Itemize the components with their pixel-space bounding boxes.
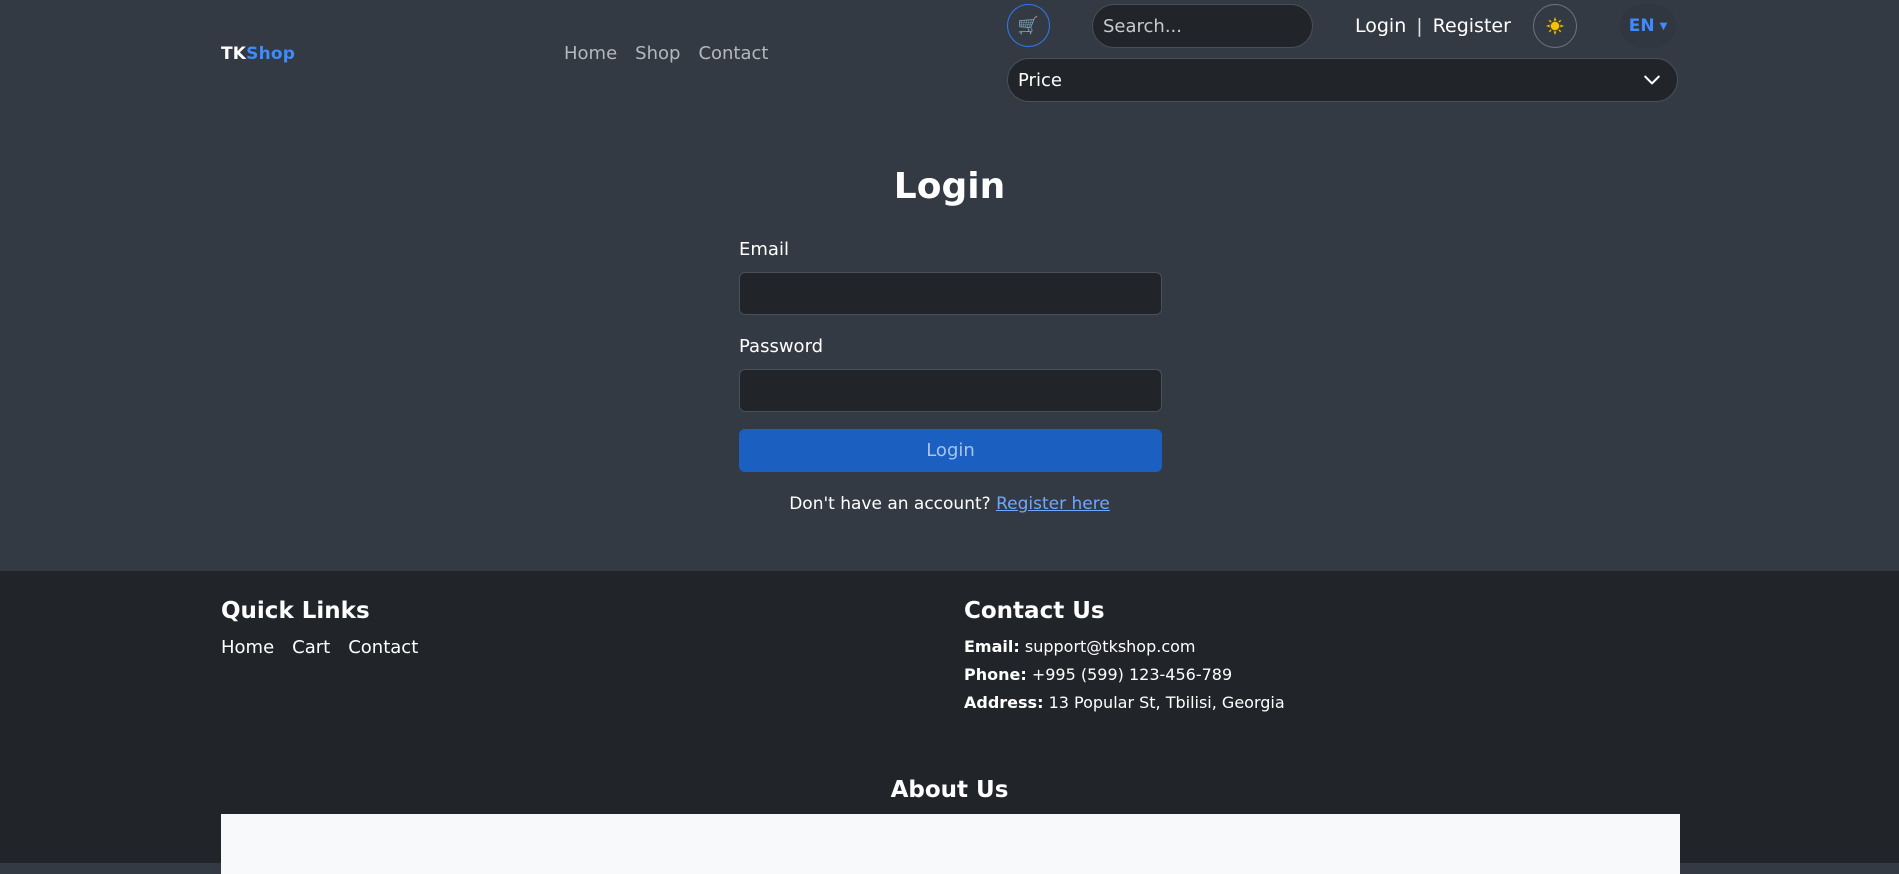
login-submit-label: Login	[926, 440, 975, 461]
nav-home[interactable]: Home	[564, 43, 617, 64]
sun-icon	[1546, 17, 1564, 35]
no-account-text: Don't have an account?	[789, 494, 991, 514]
main-nav: Home Shop Contact	[564, 43, 768, 64]
nav-contact[interactable]: Contact	[698, 43, 768, 64]
site-footer: Quick Links Home Cart Contact Contact Us…	[0, 571, 1899, 874]
password-label: Password	[739, 336, 824, 357]
register-prompt: Don't have an account? Register here	[0, 494, 1899, 514]
register-link[interactable]: Register	[1433, 15, 1511, 37]
email-label: Email	[739, 239, 789, 260]
footer-link-contact[interactable]: Contact	[348, 637, 418, 658]
contact-email-key: Email:	[964, 637, 1020, 656]
site-header: TKShop Home Shop Contact 🛒 Login | Regis…	[0, 0, 1899, 110]
password-field[interactable]	[739, 369, 1162, 412]
quick-links-title: Quick Links	[221, 598, 370, 624]
contact-phone-value: +995 (599) 123-456-789	[1031, 665, 1233, 684]
language-dropdown[interactable]: EN ▼	[1620, 4, 1676, 48]
quick-links: Home Cart Contact	[221, 637, 418, 658]
email-field[interactable]	[739, 272, 1162, 315]
cart-button[interactable]: 🛒	[1007, 4, 1050, 47]
nav-shop[interactable]: Shop	[635, 43, 680, 64]
contact-title: Contact Us	[964, 598, 1105, 624]
about-title: About Us	[890, 777, 1009, 803]
contact-email: Email: support@tkshop.com	[964, 637, 1196, 656]
language-label: EN	[1628, 16, 1655, 36]
contact-email-value: support@tkshop.com	[1024, 637, 1196, 656]
caret-down-icon: ▼	[1659, 20, 1668, 32]
price-select-value: Price	[1018, 69, 1062, 91]
auth-links: Login | Register	[1355, 15, 1511, 37]
brand-logo[interactable]: TKShop	[221, 44, 295, 64]
register-here-link[interactable]: Register here	[996, 494, 1110, 514]
login-submit-button[interactable]: Login	[739, 429, 1162, 472]
footer-link-cart[interactable]: Cart	[292, 637, 330, 658]
theme-toggle-button[interactable]	[1533, 4, 1577, 48]
auth-separator: |	[1416, 15, 1423, 37]
contact-address-value: 13 Popular St, Tbilisi, Georgia	[1048, 693, 1285, 712]
contact-phone-key: Phone:	[964, 665, 1027, 684]
footer-link-home[interactable]: Home	[221, 637, 274, 658]
page-title: Login	[893, 166, 1006, 207]
brand-tk: TK	[221, 44, 247, 64]
login-link[interactable]: Login	[1355, 15, 1406, 37]
contact-phone: Phone: +995 (599) 123-456-789	[964, 665, 1232, 684]
contact-address: Address: 13 Popular St, Tbilisi, Georgia	[964, 693, 1285, 712]
price-select[interactable]: Price	[1007, 58, 1678, 102]
contact-address-key: Address:	[964, 693, 1044, 712]
brand-shop: Shop	[246, 44, 296, 64]
cart-icon: 🛒	[1017, 15, 1040, 36]
about-content-box	[221, 814, 1680, 874]
search-input[interactable]	[1092, 4, 1313, 48]
chevron-down-icon	[1644, 75, 1660, 85]
